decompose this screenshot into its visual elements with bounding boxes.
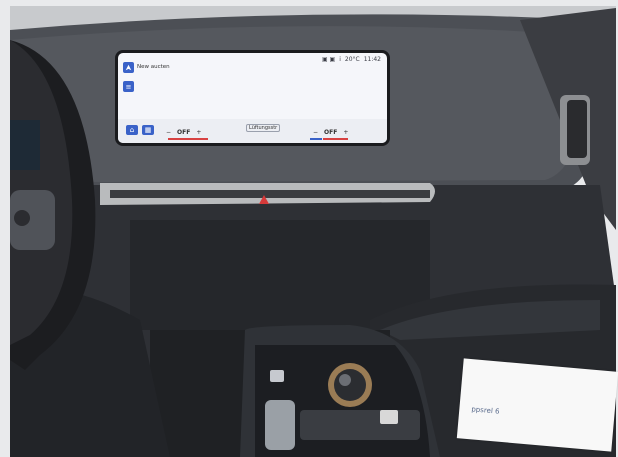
left-temp-plus[interactable]: + bbox=[196, 129, 201, 136]
hazard-icon[interactable] bbox=[259, 195, 269, 205]
weather-readout: 20°C bbox=[344, 56, 360, 63]
fan-control[interactable]: Lüftungsstr bbox=[246, 124, 281, 132]
apps-button[interactable]: ▦ bbox=[142, 125, 154, 135]
menu-button[interactable]: ≡ bbox=[123, 81, 134, 92]
right-temp-value: OFF bbox=[324, 129, 338, 136]
clock: 11:42 bbox=[363, 56, 381, 63]
apps-icon: ▦ bbox=[144, 126, 152, 134]
photo-frame: ▣ ▣ i 20°C 11:42 New aucten ≡ ⌂ ▦ − OFF … bbox=[0, 0, 618, 457]
status-bar: ▣ ▣ i 20°C 11:42 bbox=[322, 56, 381, 63]
paper-note-text: ppsrel 6 bbox=[471, 405, 500, 416]
home-icon: ⌂ bbox=[129, 126, 135, 134]
infotainment-screen[interactable]: ▣ ▣ i 20°C 11:42 New aucten ≡ ⌂ ▦ − OFF … bbox=[115, 50, 390, 146]
paper-note: ppsrel 6 bbox=[456, 358, 618, 452]
right-temp-minus[interactable]: − bbox=[313, 129, 318, 136]
menu-icon: ≡ bbox=[125, 82, 132, 91]
navigation-icon[interactable] bbox=[123, 61, 134, 73]
left-climate: − OFF + bbox=[166, 129, 201, 136]
signal-icon: ▣ ▣ bbox=[321, 56, 336, 63]
left-temp-minus[interactable]: − bbox=[166, 129, 171, 136]
nav-shortcut[interactable]: New aucten bbox=[123, 61, 170, 73]
right-temp-plus[interactable]: + bbox=[343, 129, 348, 136]
right-cool-indicator bbox=[310, 138, 322, 140]
left-temp-value: OFF bbox=[177, 129, 191, 136]
right-heat-indicator bbox=[323, 138, 348, 140]
right-climate: − OFF + bbox=[313, 129, 348, 136]
nav-shortcut-label: New aucten bbox=[137, 64, 170, 70]
left-heat-indicator bbox=[168, 138, 208, 140]
climate-bar: ⌂ ▦ − OFF + Lüftungsstr − OFF + bbox=[118, 119, 387, 143]
network-indicator: i bbox=[339, 56, 341, 63]
home-button[interactable]: ⌂ bbox=[126, 125, 138, 135]
